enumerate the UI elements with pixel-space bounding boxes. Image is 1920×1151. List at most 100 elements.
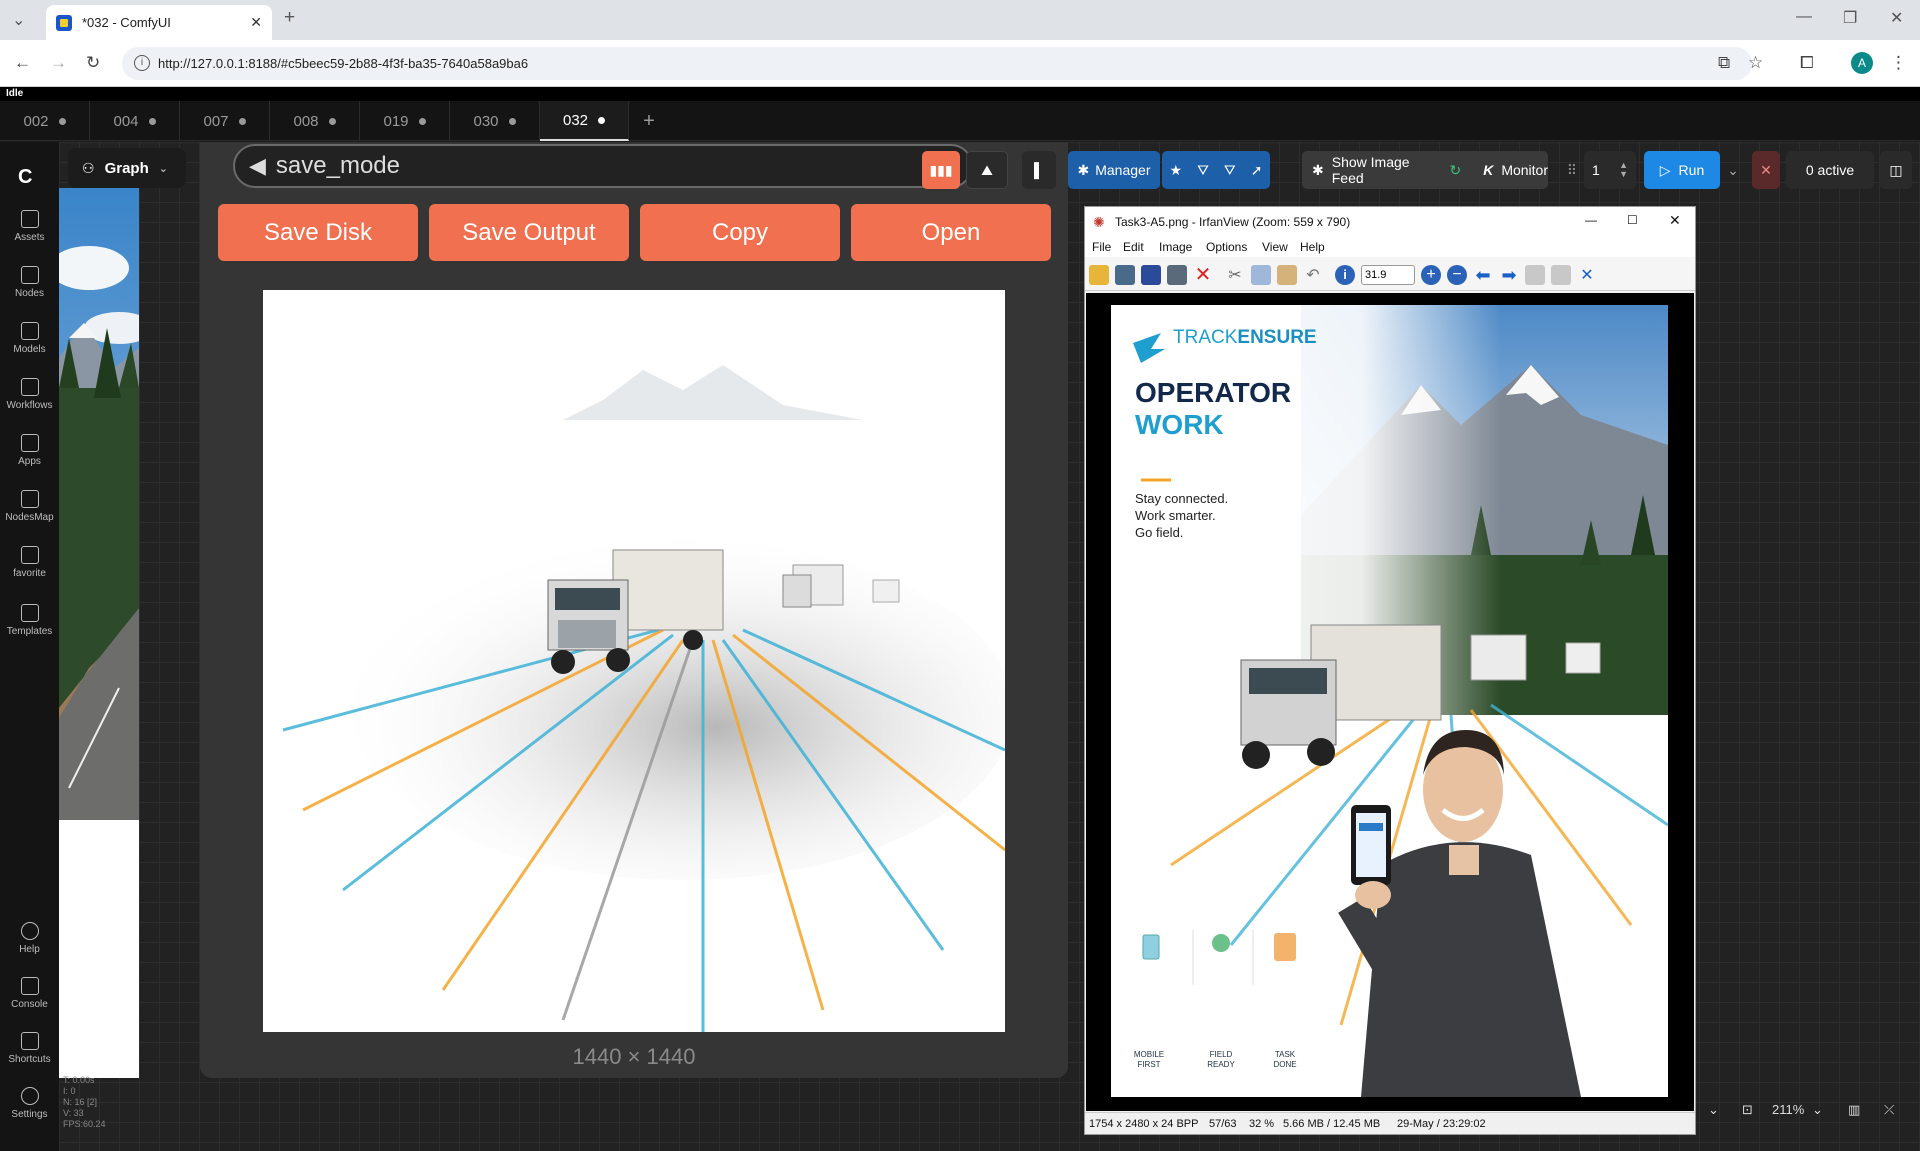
iv-minimize-icon[interactable]: —: [1585, 213, 1597, 227]
copy-to-icon[interactable]: [1525, 265, 1545, 285]
run-button[interactable]: ▷ Run: [1644, 151, 1720, 189]
undo-icon[interactable]: ↶: [1303, 265, 1323, 285]
minimap-icon[interactable]: ▥: [1848, 1102, 1860, 1118]
irfanview-cat-icon: ✺: [1093, 214, 1105, 230]
restore-icon[interactable]: ❐: [1843, 8, 1857, 28]
site-info-icon[interactable]: i: [134, 55, 150, 71]
save-mode-widget[interactable]: ◀ save_mode: [233, 144, 973, 188]
info-icon[interactable]: i: [1335, 265, 1355, 285]
save-icon[interactable]: [1141, 265, 1161, 285]
manager-button[interactable]: ✱ Manager: [1068, 151, 1160, 189]
cube-alt-icon[interactable]: ⛛: [1224, 162, 1236, 179]
sidebar-item-models[interactable]: Models: [0, 322, 59, 355]
reload-icon[interactable]: ↻: [86, 53, 100, 73]
star-icon[interactable]: ★: [1170, 162, 1183, 179]
stepper-arrows-icon[interactable]: ▲ ▼: [1619, 161, 1628, 179]
next-icon[interactable]: ➡: [1499, 265, 1519, 285]
sidebar-item-templates[interactable]: Templates: [0, 604, 59, 637]
toggle-panel-icon[interactable]: ◫: [1880, 151, 1912, 189]
workflow-tab-032[interactable]: 032: [540, 101, 629, 141]
fit-view-icon[interactable]: ⊡: [1742, 1102, 1753, 1118]
zoom-combo[interactable]: 31.9: [1361, 265, 1415, 285]
sidebar-item-settings[interactable]: Settings: [0, 1087, 59, 1120]
copy-icon[interactable]: [1251, 265, 1271, 285]
settings-tools-icon[interactable]: ✕: [1577, 265, 1597, 285]
audio-bars-icon[interactable]: ▮▮▮: [922, 151, 960, 189]
drag-handle-icon[interactable]: ⠿: [1566, 151, 1578, 189]
tab-search-icon[interactable]: ⌄: [12, 10, 25, 30]
new-tab-icon[interactable]: +: [284, 7, 295, 29]
browser-tab[interactable]: *032 - ComfyUI ✕: [46, 5, 272, 40]
close-window-icon[interactable]: ✕: [1890, 8, 1903, 28]
previous-icon[interactable]: ⬅: [1473, 265, 1493, 285]
delete-icon[interactable]: ✕: [1193, 265, 1213, 285]
menu-image[interactable]: Image: [1159, 240, 1192, 254]
refresh-green-icon[interactable]: ↻: [1449, 162, 1461, 179]
cancel-queue-icon[interactable]: ✕: [1752, 151, 1780, 189]
save-disk-button[interactable]: Save Disk: [218, 204, 418, 261]
zoom-out-icon[interactable]: −: [1447, 265, 1467, 285]
workflow-tab-019[interactable]: 019: [360, 101, 450, 141]
link-visibility-icon[interactable]: ⤫: [1884, 1102, 1894, 1118]
menu-edit[interactable]: Edit: [1123, 240, 1144, 254]
cube-icon[interactable]: ⛛: [1197, 162, 1209, 179]
comfy-logo-icon[interactable]: C: [18, 166, 32, 189]
copy-button[interactable]: Copy: [640, 204, 840, 261]
minimize-icon[interactable]: —: [1796, 8, 1812, 26]
image-preview[interactable]: [263, 290, 1005, 1032]
print-icon[interactable]: [1167, 265, 1187, 285]
menu-options[interactable]: Options: [1206, 240, 1247, 254]
cut-icon[interactable]: ✂: [1225, 265, 1245, 285]
sidebar-item-shortcuts[interactable]: Shortcuts: [0, 1032, 59, 1065]
mountain-icon[interactable]: ⛰: [966, 151, 1008, 189]
workflow-tab-030[interactable]: 030: [450, 101, 540, 141]
zoom-in-icon[interactable]: +: [1421, 265, 1441, 285]
show-image-feed-button[interactable]: Show Image Feed: [1332, 154, 1442, 186]
back-icon[interactable]: ←: [14, 53, 31, 73]
move-to-icon[interactable]: [1551, 265, 1571, 285]
sidebar-item-favorite[interactable]: favorite: [0, 546, 59, 579]
iv-maximize-icon[interactable]: ☐: [1627, 213, 1638, 227]
workflow-tab-008[interactable]: 008: [270, 101, 360, 141]
sidebar-item-console[interactable]: Console: [0, 977, 59, 1010]
forward-icon[interactable]: →: [50, 53, 67, 73]
minimap-chevron-icon[interactable]: ⌄: [1708, 1102, 1719, 1118]
sidebar-item-apps[interactable]: Apps: [0, 434, 59, 467]
paste-icon[interactable]: [1277, 265, 1297, 285]
sidebar-item-nodesmap[interactable]: NodesMap: [0, 490, 59, 523]
sidebar-item-workflows[interactable]: Workflows: [0, 378, 59, 411]
extensions-icon[interactable]: ⧠: [1800, 53, 1814, 73]
zoom-chevron-icon[interactable]: ⌄: [1812, 1102, 1823, 1118]
menu-file[interactable]: File: [1092, 240, 1111, 254]
slideshow-icon[interactable]: [1115, 265, 1135, 285]
workflow-tab-007[interactable]: 007: [180, 101, 270, 141]
workflow-tab-002[interactable]: 002: [0, 101, 90, 141]
zoom-level[interactable]: 211%: [1772, 1102, 1804, 1117]
install-app-icon[interactable]: ⧉: [1718, 53, 1730, 73]
share-icon[interactable]: ➚: [1251, 162, 1263, 179]
open-button[interactable]: Open: [851, 204, 1051, 261]
arrow-left-icon[interactable]: ◀: [249, 153, 266, 179]
menu-help[interactable]: Help: [1300, 240, 1325, 254]
save-output-button[interactable]: Save Output: [429, 204, 629, 261]
run-options-chevron-icon[interactable]: ⌄: [1722, 151, 1744, 189]
irfanview-image-area[interactable]: TRACKENSURE OPERATOR WORK Stay connected…: [1086, 293, 1694, 1111]
graph-mode-button[interactable]: ⚇ Graph ⌄: [68, 148, 186, 188]
profile-avatar[interactable]: A: [1851, 52, 1873, 74]
browser-menu-icon[interactable]: ⋮: [1890, 53, 1907, 73]
new-workflow-tab-icon[interactable]: +: [638, 101, 660, 141]
active-queue-badge[interactable]: 0 active: [1786, 151, 1874, 189]
url-field[interactable]: i http://127.0.0.1:8188/#c5beec59-2b88-4…: [122, 47, 1752, 80]
bookmark-icon[interactable]: ▌: [1022, 151, 1056, 189]
close-tab-icon[interactable]: ✕: [250, 14, 262, 31]
workflow-tab-004[interactable]: 004: [90, 101, 180, 141]
sidebar-item-assets[interactable]: Assets: [0, 210, 59, 243]
sidebar-item-nodes[interactable]: Nodes: [0, 266, 59, 299]
open-folder-icon[interactable]: [1089, 265, 1109, 285]
iv-close-icon[interactable]: ✕: [1669, 212, 1681, 229]
batch-count-stepper[interactable]: 1 ▲ ▼: [1584, 151, 1636, 189]
monitor-button[interactable]: Monitor: [1501, 162, 1548, 178]
menu-view[interactable]: View: [1262, 240, 1288, 254]
sidebar-item-help[interactable]: Help: [0, 922, 59, 955]
bookmark-star-icon[interactable]: ☆: [1748, 53, 1763, 73]
